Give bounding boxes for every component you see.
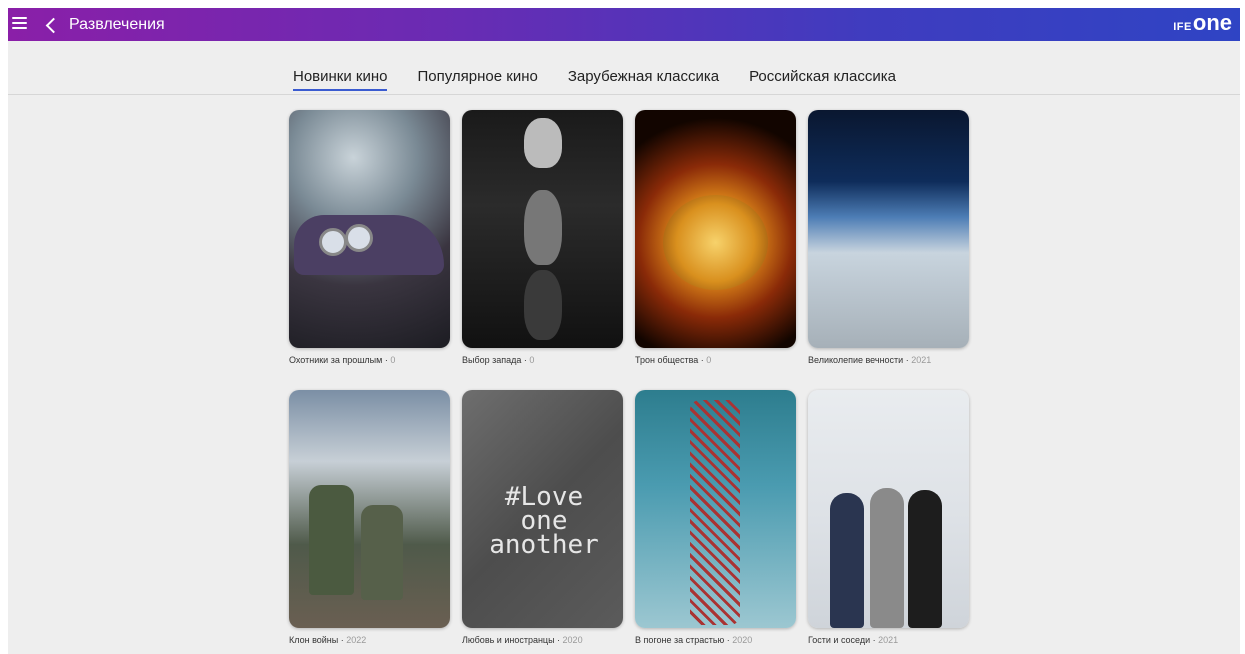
movie-title: В погоне за страстью [635,635,725,645]
tabs-divider [8,94,1240,95]
person-shape [908,490,942,628]
statue-head-shape [524,190,562,265]
movie-year: 2020 [732,635,753,645]
person-shape [870,488,904,628]
movie-card[interactable]: В погоне за страстью · 2020 [635,390,796,645]
movie-poster[interactable] [462,110,623,348]
movie-title: Великолепие вечности [808,355,904,365]
movie-poster[interactable] [289,390,450,628]
movie-card[interactable]: #Love one another Любовь и иностранцы · … [462,390,623,645]
person-shape [830,493,864,628]
tab-new-movies[interactable]: Новинки кино [293,68,388,91]
logo-one: one [1192,10,1232,35]
back-button[interactable]: Развлечения [44,14,165,36]
tower-shape [690,400,740,625]
soldier-shape [309,485,354,595]
movie-title: Любовь и иностранцы [462,635,555,645]
movie-caption: Охотники за прошлым · 0 [289,355,396,365]
movie-caption: Любовь и иностранцы · 2020 [462,635,583,645]
chalk-text: #Love one another [489,482,599,560]
top-bar: Развлечения IFE one [8,8,1240,41]
movie-title: Трон общества [635,355,699,365]
movie-title: Гости и соседи [808,635,871,645]
movie-card[interactable]: Трон общества · 0 [635,110,796,365]
statue-head-shape [524,118,562,168]
movie-year: 0 [390,355,396,365]
movie-poster[interactable] [808,110,969,348]
movie-year: 0 [706,355,712,365]
movie-card[interactable]: Гости и соседи · 2021 [808,390,969,645]
soldier-shape [361,505,403,600]
movie-card[interactable]: Клон войны · 2022 [289,390,450,645]
movie-year: 0 [529,355,535,365]
movie-year: 2020 [562,635,583,645]
movie-year: 2022 [346,635,367,645]
rose-shape [663,195,768,290]
headlight-shape [319,228,347,256]
movie-poster[interactable] [635,110,796,348]
tab-foreign-classics[interactable]: Зарубежная классика [568,68,719,91]
logo-ife: IFE [1173,21,1192,33]
movie-caption: Выбор запада · 0 [462,355,535,365]
chevron-left-icon [45,17,62,33]
statue-head-shape [524,270,562,340]
movie-caption: Трон общества · 0 [635,355,712,365]
movie-caption: В погоне за страстью · 2020 [635,635,753,645]
movie-card[interactable]: Великолепие вечности · 2021 [808,110,969,365]
hamburger-menu-icon[interactable] [12,16,28,32]
category-tabs: Новинки кино Популярное кино Зарубежная … [293,68,896,91]
movie-caption: Гости и соседи · 2021 [808,635,899,645]
back-label: Развлечения [69,16,165,33]
movie-caption: Клон войны · 2022 [289,635,367,645]
tab-russian-classics[interactable]: Российская классика [749,68,896,91]
movie-card[interactable]: Охотники за прошлым · 0 [289,110,450,365]
movie-title: Выбор запада [462,355,522,365]
movie-poster[interactable] [808,390,969,628]
movie-title: Охотники за прошлым [289,355,383,365]
movie-card[interactable]: Выбор запада · 0 [462,110,623,365]
movie-poster[interactable]: #Love one another [462,390,623,628]
tab-popular-movies[interactable]: Популярное кино [417,68,537,91]
movie-poster[interactable] [635,390,796,628]
movie-caption: Великолепие вечности · 2021 [808,355,932,365]
movie-poster[interactable] [289,110,450,348]
movie-year: 2021 [911,355,932,365]
movie-year: 2021 [878,635,899,645]
app-window: Развлечения IFE one Новинки кино Популяр… [8,8,1240,654]
brand-logo: IFE one [1173,12,1232,34]
headlight-shape [345,224,373,252]
movie-title: Клон войны [289,635,339,645]
movie-grid: Охотники за прошлым · 0 Выбор запада · 0… [289,110,969,645]
